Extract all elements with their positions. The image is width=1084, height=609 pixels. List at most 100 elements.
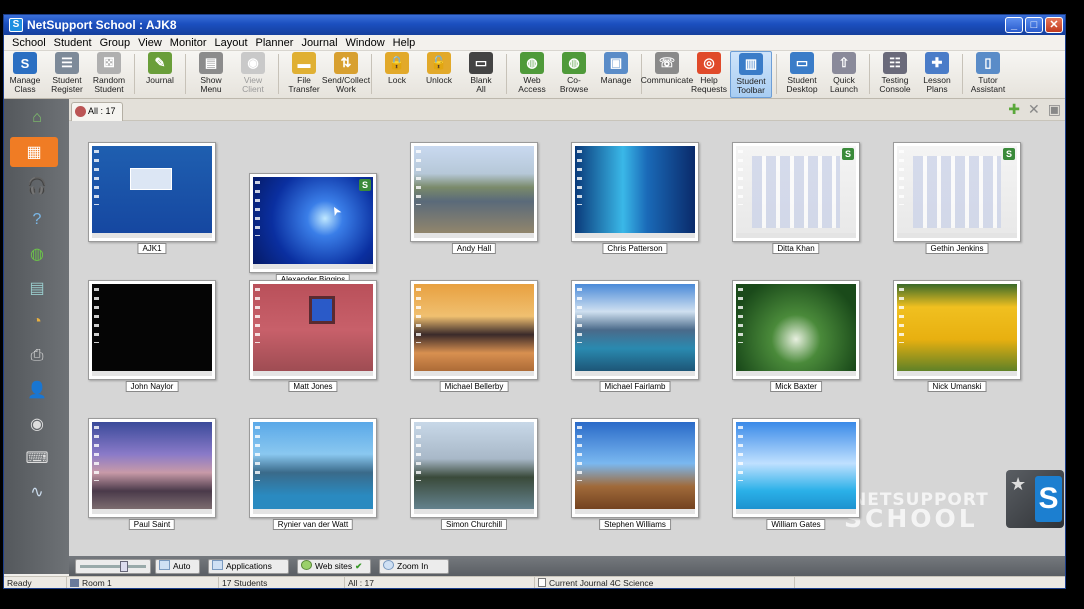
sidebar-thumbnail-view-icon[interactable]: ▦ (10, 137, 58, 167)
sidebar-media-icon[interactable]: ◉ (22, 409, 52, 439)
student-register-button[interactable]: ☰ Student Register (46, 51, 88, 98)
student-thumbnail[interactable]: Matt Jones (249, 280, 377, 392)
student-thumbnail[interactable]: Rynier van der Watt (249, 418, 377, 530)
manage-class-button[interactable]: S Manage Class (4, 51, 46, 98)
menu-journal[interactable]: Journal (297, 37, 341, 49)
menu-group[interactable]: Group (96, 37, 135, 49)
student-desktop-button[interactable]: ▭ Student Desktop (781, 51, 823, 98)
menu-monitor[interactable]: Monitor (166, 37, 211, 49)
blue-window (309, 296, 335, 324)
tab-all[interactable]: All : 17 (71, 102, 123, 121)
close-button[interactable]: ✕ (1045, 17, 1063, 33)
slider-thumb[interactable] (120, 561, 128, 572)
netsupport-app-icon[interactable]: S (9, 18, 23, 32)
student-name-label: Michael Fairlamb (599, 381, 671, 392)
journal-icon: ✎ (148, 52, 172, 74)
menu-view[interactable]: View (134, 37, 166, 49)
student-screen-preview (414, 146, 534, 238)
unlock-button[interactable]: 🔓 Unlock (418, 51, 460, 98)
sidebar-home-icon[interactable]: ⌂ (22, 103, 52, 133)
communicate-button[interactable]: ☏ Communicate (641, 51, 693, 98)
toolbar-separator (641, 54, 642, 94)
unlock-icon: 🔓 (427, 52, 451, 74)
lesson-plans-label: Lesson Plans (923, 75, 951, 94)
desktop-icons (416, 426, 421, 482)
student-thumbnail[interactable]: Mick Baxter (732, 280, 860, 392)
menu-layout[interactable]: Layout (210, 37, 251, 49)
student-thumbnail[interactable]: Michael Fairlamb (571, 280, 699, 392)
logo-letter: S (1035, 476, 1062, 522)
tutor-assistant-button[interactable]: ▯ Tutor Assistant (967, 51, 1009, 98)
student-thumbnail[interactable]: Chris Patterson (571, 142, 699, 254)
sidebar-question-icon[interactable]: ? (22, 205, 52, 235)
thumbnail-frame (249, 418, 377, 518)
lock-icon: 🔒 (385, 52, 409, 74)
window-icon[interactable]: ▣ (1048, 102, 1061, 116)
manage-class-label: Manage Class (9, 75, 41, 94)
quick-launch-button[interactable]: ⇧ Quick Launch (823, 51, 865, 98)
sidebar-printer-icon[interactable]: ⎙ (22, 341, 52, 371)
student-toolbar-button[interactable]: ▥ Student Toolbar (730, 51, 772, 98)
lock-button[interactable]: 🔒 Lock (376, 51, 418, 98)
student-taskbar (253, 371, 373, 376)
thumbnail-frame: S (249, 173, 377, 273)
sidebar-pie-chart-icon[interactable]: ◔ (22, 307, 52, 337)
add-icon[interactable]: ✚ (1008, 102, 1020, 116)
show-menu-button[interactable]: ▤ Show Menu (190, 51, 232, 98)
websites-button[interactable]: Web sites ✔ (297, 559, 371, 574)
student-name-label: William Gates (766, 519, 826, 530)
toolbar-separator (371, 54, 372, 94)
student-thumbnail[interactable]: Michael Bellerby (410, 280, 538, 392)
student-thumbnail[interactable]: Simon Churchill (410, 418, 538, 530)
student-thumbnail[interactable]: John Naylor (88, 280, 216, 392)
student-thumbnail[interactable]: S Gethin Jenkins (893, 142, 1021, 254)
sidebar-users-icon[interactable]: 👤 (22, 375, 52, 405)
applications-button[interactable]: Applications (208, 559, 289, 574)
file-transfer-label: File Transfer (288, 75, 320, 94)
random-student-button[interactable]: ⚄ Random Student (88, 51, 130, 98)
zoom-in-button[interactable]: Zoom In (379, 559, 449, 574)
menu-school[interactable]: School (8, 37, 50, 49)
close-icon[interactable]: ✕ (1028, 102, 1040, 116)
help-requests-button[interactable]: ◎ Help Requests (688, 51, 730, 98)
send-collect-button[interactable]: ⇅ Send/Collect Work (321, 51, 371, 98)
zoom-slider[interactable] (75, 559, 151, 574)
co-browse-button[interactable]: ◍ Co-Browse (553, 51, 595, 98)
manage-button[interactable]: ▣ Manage (595, 51, 637, 98)
student-thumbnail[interactable]: Andy Hall (410, 142, 538, 254)
menu-help[interactable]: Help (389, 37, 420, 49)
thumbnail-frame (410, 418, 538, 518)
auto-button[interactable]: Auto (155, 559, 200, 574)
student-thumbnail[interactable]: Stephen Williams (571, 418, 699, 530)
menu-student[interactable]: Student (50, 37, 96, 49)
thumbnail-frame (88, 280, 216, 380)
student-thumbnail[interactable]: William Gates (732, 418, 860, 530)
journal-button[interactable]: ✎ Journal (139, 51, 181, 98)
sidebar-applications-icon[interactable]: ▤ (22, 273, 52, 303)
blank-all-button[interactable]: ▭ Blank All (460, 51, 502, 98)
lesson-plans-button[interactable]: ✚ Lesson Plans (916, 51, 958, 98)
minimize-button[interactable]: _ (1005, 17, 1023, 33)
sidebar-globe-icon[interactable]: ◍ (22, 239, 52, 269)
sidebar-keyboard-icon[interactable]: ⌨ (22, 443, 52, 473)
menu-planner[interactable]: Planner (252, 37, 298, 49)
dice-icon: ⚄ (97, 52, 121, 74)
sidebar-activity-chart-icon[interactable]: ∿ (22, 477, 52, 507)
thumbnail-frame (893, 280, 1021, 380)
desktop-icons (94, 288, 99, 344)
file-transfer-button[interactable]: ▬ File Transfer (283, 51, 325, 98)
student-thumbnail[interactable]: Paul Saint (88, 418, 216, 530)
student-thumbnail[interactable]: AJK1 (88, 142, 216, 254)
sidebar-headphones-icon[interactable]: 🎧 (22, 171, 52, 201)
testing-console-button[interactable]: ☷ Testing Console (874, 51, 916, 98)
web-access-button[interactable]: ◍ Web Access (511, 51, 553, 98)
student-thumbnail[interactable]: S Ditta Khan (732, 142, 860, 254)
send-collect-label: Send/Collect Work (321, 75, 371, 94)
view-client-button[interactable]: ◉ View Client (232, 51, 274, 98)
menu-window[interactable]: Window (342, 37, 389, 49)
student-screen-preview (575, 284, 695, 376)
student-thumbnail[interactable]: SAlexander Biggins (249, 173, 377, 285)
student-screen-preview: S (736, 146, 856, 238)
maximize-button[interactable]: □ (1025, 17, 1043, 33)
student-thumbnail[interactable]: Nick Umanski (893, 280, 1021, 392)
